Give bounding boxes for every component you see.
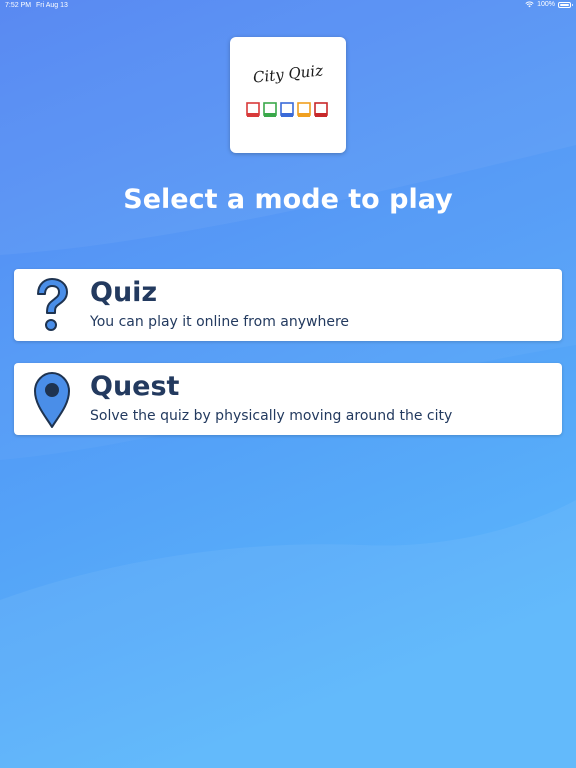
photo-frame-base	[264, 113, 276, 117]
photo-frame-base	[247, 113, 259, 117]
photo-frame-base	[298, 113, 310, 117]
photo-frame-base	[281, 113, 293, 117]
page-title: Select a mode to play	[123, 184, 453, 215]
status-bar: 7:52 PM Fri Aug 13 100%	[0, 0, 576, 12]
question-mark-icon	[37, 278, 68, 331]
battery-icon	[558, 1, 573, 8]
app-logo: City Quiz	[230, 37, 346, 153]
quiz-title: Quiz	[90, 277, 158, 308]
quiz-mode-button[interactable]: Quiz You can play it online from anywher…	[14, 269, 562, 341]
logo-text: City Quiz	[252, 61, 324, 87]
battery-percent: 100%	[537, 1, 555, 8]
status-date: Fri Aug 13	[36, 2, 68, 9]
status-time: 7:52 PM	[5, 2, 32, 9]
quest-description: Solve the quiz by physically moving arou…	[90, 408, 453, 424]
photo-frames-icon	[246, 102, 328, 117]
quiz-description: You can play it online from anywhere	[90, 314, 350, 330]
quest-title: Quest	[90, 371, 180, 402]
photo-frame-base	[315, 113, 327, 117]
wifi-icon	[525, 1, 534, 8]
map-pin-icon	[34, 372, 70, 428]
status-right: 100%	[525, 1, 573, 8]
quest-mode-button[interactable]: Quest Solve the quiz by physically movin…	[14, 363, 562, 435]
